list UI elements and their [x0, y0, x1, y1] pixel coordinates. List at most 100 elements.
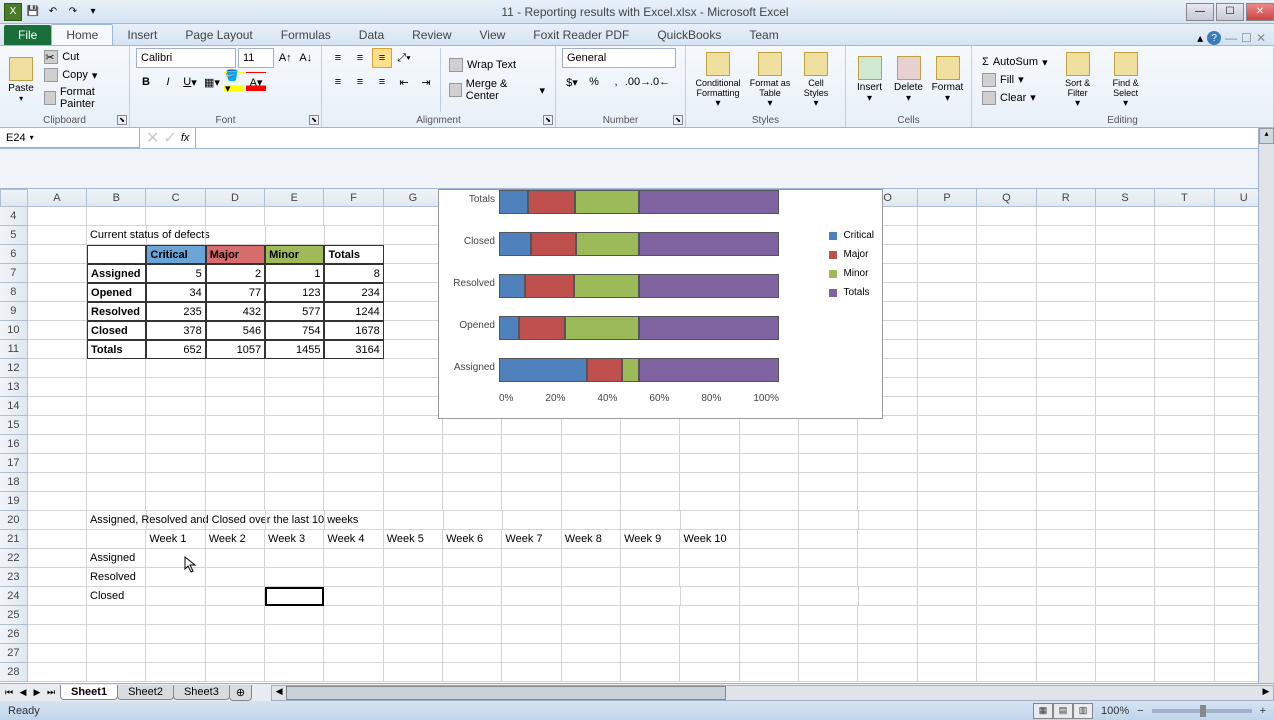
orientation-button[interactable]: ⤢▾ — [394, 48, 414, 68]
zoom-in-button[interactable]: + — [1260, 705, 1266, 717]
cell[interactable] — [1037, 207, 1096, 226]
hscroll-left[interactable]: ◀ — [272, 686, 286, 697]
cell[interactable] — [1155, 359, 1214, 378]
cell[interactable] — [384, 378, 443, 397]
copy-button[interactable]: Copy ▾ — [40, 67, 123, 83]
cell[interactable] — [858, 435, 917, 454]
cell[interactable] — [443, 663, 502, 682]
cell[interactable] — [87, 435, 146, 454]
align-top-button[interactable]: ≡ — [328, 48, 348, 68]
cell[interactable] — [28, 549, 87, 568]
cell[interactable] — [1096, 226, 1155, 245]
cell[interactable] — [206, 226, 265, 245]
cell[interactable] — [265, 454, 324, 473]
column-header[interactable]: E — [265, 189, 324, 207]
sheet-nav-prev[interactable]: ◀ — [16, 687, 30, 698]
row-header[interactable]: 8 — [0, 283, 28, 302]
redo-button[interactable]: ↷ — [64, 3, 82, 21]
cell[interactable] — [681, 587, 740, 606]
cell[interactable] — [799, 587, 858, 606]
cell[interactable] — [206, 207, 265, 226]
cell[interactable] — [1155, 283, 1214, 302]
cell[interactable] — [858, 625, 917, 644]
cell[interactable] — [443, 492, 502, 511]
cell[interactable] — [443, 473, 502, 492]
font-size-select[interactable] — [238, 48, 274, 68]
column-header[interactable]: C — [146, 189, 205, 207]
excel-icon[interactable]: X — [4, 3, 22, 21]
cell[interactable]: Totals — [87, 340, 146, 359]
cell[interactable] — [562, 454, 621, 473]
cell[interactable] — [503, 511, 562, 530]
sheet-tab-1[interactable]: Sheet1 — [60, 685, 118, 700]
cell[interactable] — [621, 587, 680, 606]
italic-button[interactable]: I — [158, 72, 178, 92]
sort-filter-button[interactable]: Sort & Filter▾ — [1056, 48, 1100, 112]
cell[interactable] — [1096, 606, 1155, 625]
cell[interactable] — [206, 587, 265, 606]
cell[interactable] — [1096, 435, 1155, 454]
align-bottom-button[interactable]: ≡ — [372, 48, 392, 68]
undo-button[interactable]: ↶ — [44, 3, 62, 21]
column-header[interactable]: T — [1155, 189, 1214, 207]
cell[interactable] — [28, 264, 87, 283]
cell[interactable] — [1155, 511, 1214, 530]
cell[interactable] — [265, 663, 324, 682]
cell[interactable] — [977, 644, 1036, 663]
cell[interactable] — [1155, 416, 1214, 435]
cell[interactable] — [443, 568, 502, 587]
cell[interactable] — [1096, 625, 1155, 644]
cell[interactable] — [28, 378, 87, 397]
cell[interactable]: Week 7 — [502, 530, 561, 549]
cell[interactable] — [1155, 340, 1214, 359]
cell[interactable] — [265, 435, 324, 454]
cell[interactable] — [918, 226, 977, 245]
cell[interactable] — [918, 530, 977, 549]
cell[interactable] — [384, 663, 443, 682]
cell[interactable] — [265, 587, 324, 606]
column-header[interactable]: S — [1096, 189, 1155, 207]
cell[interactable] — [562, 606, 621, 625]
cell[interactable] — [324, 359, 383, 378]
cell[interactable] — [918, 644, 977, 663]
cell[interactable] — [858, 473, 917, 492]
cell[interactable] — [265, 625, 324, 644]
cell[interactable] — [28, 473, 87, 492]
row-header[interactable]: 13 — [0, 378, 28, 397]
tab-quickbooks[interactable]: QuickBooks — [643, 25, 735, 45]
cell[interactable] — [918, 625, 977, 644]
row-header[interactable]: 26 — [0, 625, 28, 644]
cell[interactable] — [918, 473, 977, 492]
cell[interactable] — [680, 549, 739, 568]
cell[interactable] — [325, 226, 384, 245]
cell[interactable] — [1096, 663, 1155, 682]
cell[interactable] — [206, 492, 265, 511]
column-header[interactable]: Q — [977, 189, 1036, 207]
increase-decimal-button[interactable]: .00→ — [628, 72, 648, 92]
cell[interactable] — [859, 587, 918, 606]
cell[interactable] — [740, 492, 799, 511]
cell[interactable] — [206, 378, 265, 397]
cell[interactable] — [324, 473, 383, 492]
cell[interactable] — [146, 359, 205, 378]
cell[interactable] — [562, 435, 621, 454]
cell[interactable] — [28, 321, 87, 340]
cell[interactable] — [621, 625, 680, 644]
cell[interactable]: 1057 — [206, 340, 265, 359]
cell[interactable] — [28, 283, 87, 302]
cell[interactable] — [977, 359, 1036, 378]
cell[interactable] — [384, 492, 443, 511]
cell[interactable] — [918, 587, 977, 606]
cell[interactable] — [28, 416, 87, 435]
sheet-nav-last[interactable]: ⏭ — [44, 687, 58, 698]
cell[interactable] — [28, 644, 87, 663]
merge-center-button[interactable]: Merge & Center ▾ — [445, 77, 549, 103]
new-sheet-button[interactable]: ⊕ — [229, 685, 252, 701]
cell[interactable]: 754 — [265, 321, 324, 340]
cell[interactable] — [146, 587, 205, 606]
cell[interactable]: Week 8 — [562, 530, 621, 549]
cell[interactable] — [1096, 473, 1155, 492]
cell[interactable] — [799, 530, 858, 549]
cell[interactable] — [384, 207, 443, 226]
cell[interactable] — [740, 587, 799, 606]
